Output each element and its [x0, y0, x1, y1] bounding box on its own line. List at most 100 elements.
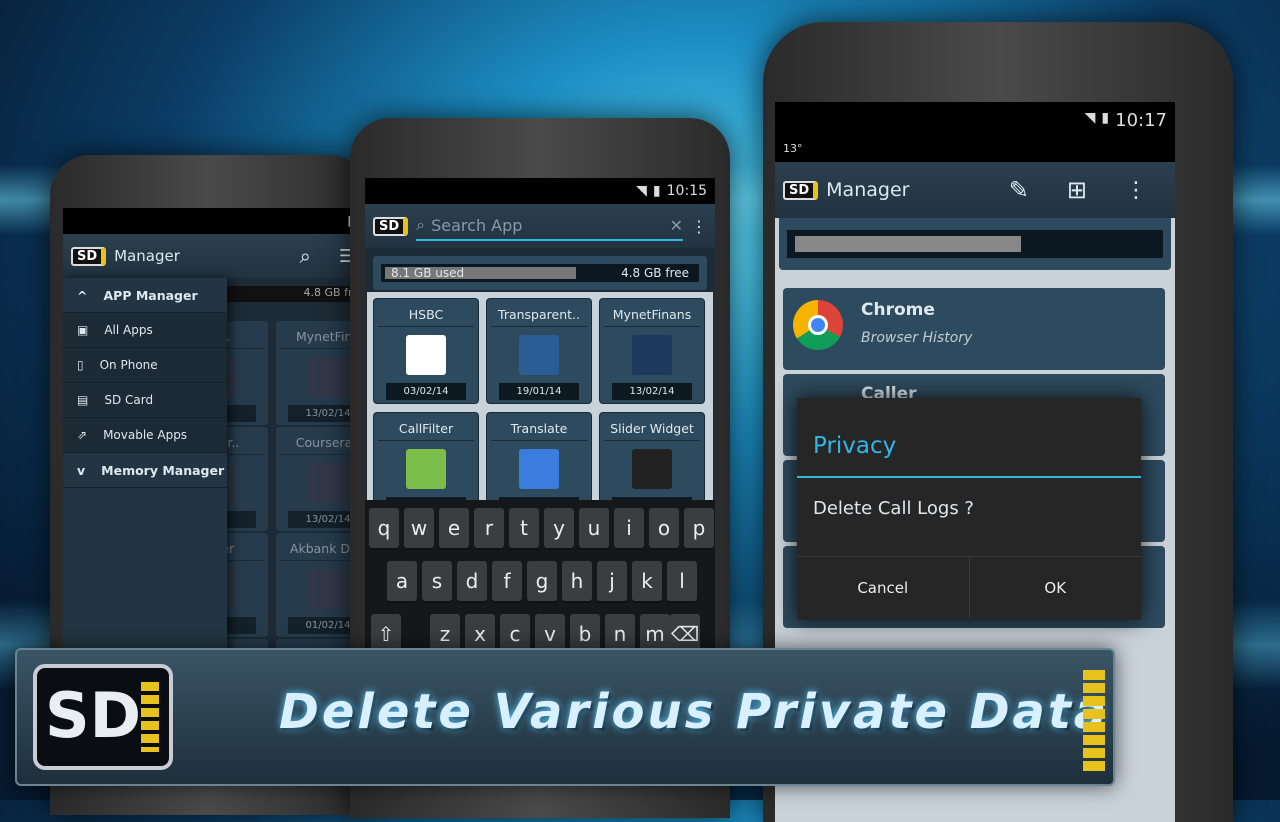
app-tile[interactable]: HSBC 03/02/14	[373, 298, 479, 404]
key[interactable]: w	[404, 508, 434, 548]
drawer-section-app-manager[interactable]: ^ APP Manager	[63, 278, 227, 313]
middle-screen: ◥ ▮ 10:15 SD ⌕ Search App ✕ ⋮ 8.1 GB used 4…	[365, 178, 715, 658]
dialog-buttons: Cancel OK	[797, 556, 1141, 618]
storage-used: 8.1 GB used	[391, 266, 465, 280]
status-bar: ◥ ▮ 10:15	[365, 178, 715, 204]
key[interactable]: s	[422, 561, 452, 601]
key[interactable]: p	[684, 508, 714, 548]
drawer-item-all-apps[interactable]: ▣ All Apps	[63, 313, 227, 348]
clock: 10:15	[666, 183, 707, 199]
storage-panel	[779, 218, 1171, 270]
drawer-item-sd-card[interactable]: ▤ SD Card	[63, 383, 227, 418]
key[interactable]: a	[387, 561, 417, 601]
tile-name: HSBC	[378, 299, 474, 327]
app-tile[interactable]: Transparent.. 19/01/14	[486, 298, 592, 404]
key[interactable]: e	[439, 508, 469, 548]
app-icon	[406, 335, 446, 375]
list-item-chrome[interactable]: Chrome Browser History	[783, 288, 1165, 370]
key[interactable]: r	[474, 508, 504, 548]
chevron-up-icon: ^	[77, 287, 88, 303]
tile-name: CallFilter	[378, 413, 474, 441]
dialog-message: Delete Call Logs ?	[813, 498, 974, 519]
app-icon	[406, 449, 446, 489]
search-placeholder: Search App	[431, 215, 523, 235]
banner-logo: SD	[33, 664, 173, 770]
overflow-menu-icon[interactable]: ⋮	[1125, 178, 1147, 203]
search-input[interactable]: ⌕ Search App ✕	[416, 211, 683, 241]
navigation-drawer: ^ APP Manager ▣ All Apps ▯ On Phone ▤ SD Car…	[63, 278, 227, 653]
item-subtitle: Browser History	[861, 330, 973, 346]
key[interactable]: u	[579, 508, 609, 548]
all-apps-icon: ▣	[77, 323, 89, 337]
drawer-section-memory-manager[interactable]: v Memory Manager	[63, 453, 227, 488]
item-label: All Apps	[104, 323, 153, 337]
key[interactable]: y	[544, 508, 574, 548]
sd-card-icon: ▤	[77, 393, 89, 407]
clean-brush-icon[interactable]: ✎	[1009, 176, 1029, 204]
key[interactable]: l	[667, 561, 697, 601]
banner-headline: Delete Various Private Data	[279, 684, 1110, 740]
clock: 10:17	[1115, 110, 1167, 131]
search-icon[interactable]: ⌕	[300, 244, 311, 268]
tile-date: 13/02/14	[612, 383, 692, 400]
overflow-menu-icon[interactable]: ⋮	[691, 217, 707, 236]
action-bar: SD Manager ✎ ⊞ ⋮	[775, 162, 1175, 218]
action-bar: SD Manager ⌕ ☰	[63, 234, 363, 278]
key[interactable]: o	[649, 508, 679, 548]
storage-bar: 4.8 GB fre	[223, 286, 363, 302]
key[interactable]: g	[527, 561, 557, 601]
app-title: Manager	[114, 247, 180, 265]
promo-banner: SD Delete Various Private Data	[15, 648, 1115, 786]
app-icon	[632, 335, 672, 375]
storage-bar	[787, 230, 1163, 258]
key[interactable]: k	[632, 561, 662, 601]
app-logo[interactable]: SD	[71, 246, 107, 266]
app-tile[interactable]: MynetFinans 13/02/14	[599, 298, 705, 404]
key[interactable]: j	[597, 561, 627, 601]
key[interactable]: t	[509, 508, 539, 548]
wifi-icon: ◥	[636, 183, 647, 199]
drawer-item-on-phone[interactable]: ▯ On Phone	[63, 348, 227, 383]
item-label: On Phone	[99, 358, 158, 372]
battery-icon: ▮	[652, 183, 661, 199]
cancel-button[interactable]: Cancel	[797, 557, 970, 618]
app-icon	[632, 449, 672, 489]
status-bar: ▮	[63, 208, 363, 234]
logo-text: SD	[45, 679, 142, 752]
section-label: Memory Manager	[101, 462, 225, 478]
storage-panel: 8.1 GB used 4.8 GB free	[373, 256, 707, 290]
app-title: Manager	[826, 179, 910, 201]
keyboard: q w e r t y u i o p a s d f g h j k l ⇧ z x c v b n m ⌫	[365, 500, 715, 658]
storage-used-fill	[795, 236, 1021, 252]
item-label: Movable Apps	[103, 428, 188, 442]
app-icon	[308, 357, 348, 397]
ok-button[interactable]: OK	[970, 557, 1142, 618]
privacy-dialog: Privacy Delete Call Logs ? Cancel OK	[797, 398, 1141, 620]
status-bar: 13° ◥ ▮ 10:17	[775, 102, 1175, 162]
battery-icon: ▮	[1101, 110, 1110, 126]
sd-contacts	[1083, 670, 1105, 774]
chrome-icon	[793, 300, 843, 350]
app-logo[interactable]: SD	[783, 180, 819, 200]
phone-icon: ▯	[77, 358, 84, 372]
app-icon	[308, 463, 348, 503]
grid-view-icon[interactable]: ⊞	[1067, 176, 1087, 204]
chevron-down-icon: v	[77, 462, 86, 478]
app-icon	[519, 335, 559, 375]
key[interactable]: h	[562, 561, 592, 601]
section-label: APP Manager	[103, 287, 198, 303]
tile-date: 03/02/14	[386, 383, 466, 400]
tile-name: Slider Widget	[604, 413, 700, 441]
key[interactable]: i	[614, 508, 644, 548]
key[interactable]: d	[457, 561, 487, 601]
tile-name: Translate	[491, 413, 587, 441]
search-icon: ⌕	[416, 215, 426, 234]
item-label: SD Card	[104, 393, 154, 407]
app-icon	[308, 569, 348, 609]
app-logo[interactable]: SD	[373, 216, 409, 236]
key[interactable]: f	[492, 561, 522, 601]
clear-icon[interactable]: ✕	[670, 216, 683, 235]
key[interactable]: q	[369, 508, 399, 548]
drawer-item-movable-apps[interactable]: ⇗ Movable Apps	[63, 418, 227, 453]
app-icon	[519, 449, 559, 489]
